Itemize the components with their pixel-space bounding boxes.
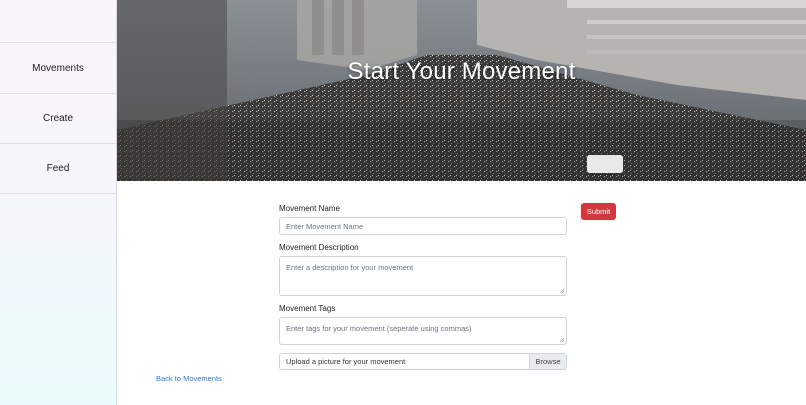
movement-description-input[interactable]: Enter a description for your movement (279, 256, 567, 296)
resize-handle-icon[interactable] (559, 288, 565, 294)
picture-upload-input[interactable]: Upload a picture for your movement Brows… (279, 353, 567, 370)
movement-tags-label: Movement Tags (279, 304, 336, 313)
hero-banner: Start Your Movement (117, 0, 806, 181)
sidebar-nav: Movements Create Feed (0, 0, 117, 405)
sidebar-item-feed[interactable]: Feed (0, 144, 116, 194)
sidebar-item-top[interactable] (0, 0, 116, 43)
submit-button[interactable]: Submit (581, 203, 616, 220)
crowd-photo (117, 0, 806, 181)
movement-name-label: Movement Name (279, 204, 340, 213)
resize-handle-icon[interactable] (559, 337, 565, 343)
page-title: Start Your Movement (347, 58, 576, 85)
sidebar-item-create[interactable]: Create (0, 94, 116, 144)
movement-name-input[interactable]: Enter Movement Name (279, 217, 567, 235)
browse-button[interactable]: Browse (529, 354, 566, 369)
sidebar-item-movements[interactable]: Movements (0, 44, 116, 94)
movement-tags-input[interactable]: Enter tags for your movement (seperate u… (279, 317, 567, 345)
back-to-movements-link[interactable]: Back to Movements (156, 374, 222, 383)
sidebar-item-label: Create (42, 113, 73, 124)
picture-upload-label: Upload a picture for your movement (286, 357, 406, 366)
sidebar-item-label: Feed (46, 163, 70, 174)
movement-description-label: Movement Description (279, 243, 359, 252)
sidebar-item-label: Movements (32, 63, 84, 74)
